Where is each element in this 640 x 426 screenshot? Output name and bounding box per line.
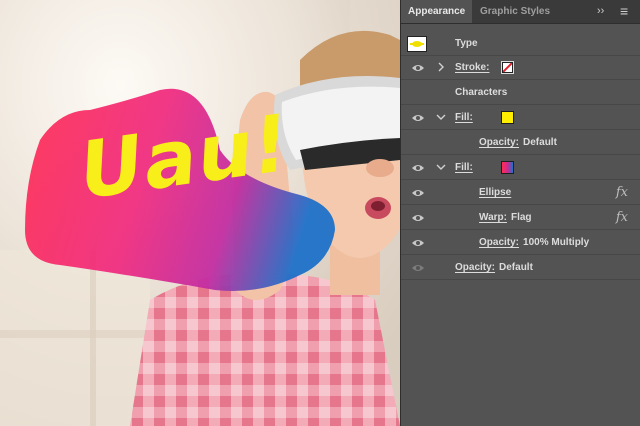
warp-value: Flag	[510, 212, 532, 223]
opacity-2-text: Opacity: 100% Multiply	[479, 237, 589, 248]
opacity-2-label[interactable]: Opacity:	[479, 237, 519, 248]
none-swatch-icon[interactable]	[501, 61, 514, 74]
opacity-2-value: 100% Multiply	[523, 237, 590, 248]
ellipse-effect-label[interactable]: Ellipse	[479, 187, 511, 198]
eye-icon[interactable]	[411, 113, 425, 123]
opacity-3-text: Opacity: Default	[455, 262, 533, 273]
chevron-down-icon[interactable]	[436, 112, 446, 122]
eye-icon[interactable]	[411, 238, 425, 248]
stroke-label[interactable]: Stroke:	[455, 62, 489, 73]
chevron-down-icon[interactable]	[436, 162, 446, 172]
panel-tab-bar: Appearance Graphic Styles ›› ≡	[401, 0, 640, 24]
eye-icon[interactable]	[411, 213, 425, 223]
chevron-right-icon[interactable]	[436, 62, 446, 72]
row-warp[interactable]: Warp: Flag fx	[401, 206, 640, 230]
fill-1-label[interactable]: Fill:	[455, 112, 473, 123]
eye-icon[interactable]	[411, 163, 425, 173]
eye-icon[interactable]	[411, 263, 425, 273]
opacity-1-label[interactable]: Opacity:	[479, 137, 519, 148]
opacity-3-label[interactable]: Opacity:	[455, 262, 495, 273]
gradient-swatch-icon[interactable]	[501, 161, 514, 174]
opacity-1-value: Default	[523, 137, 557, 148]
eye-icon[interactable]	[411, 63, 425, 73]
hamburger-menu-icon[interactable]: ≡	[620, 0, 628, 23]
tab-graphic-styles[interactable]: Graphic Styles	[473, 0, 557, 23]
type-thumbnail-icon	[407, 36, 427, 52]
row-type[interactable]: Type	[401, 31, 640, 56]
warp-text: Warp: Flag	[479, 212, 532, 223]
opacity-3-value: Default	[499, 262, 533, 273]
type-label: Type	[455, 38, 478, 49]
characters-label: Characters	[455, 87, 508, 98]
row-opacity-3[interactable]: Opacity: Default	[401, 256, 640, 280]
yellow-swatch-icon[interactable]	[501, 111, 514, 124]
opacity-1-text: Opacity: Default	[479, 137, 557, 148]
row-ellipse[interactable]: Ellipse fx	[401, 181, 640, 205]
row-stroke[interactable]: Stroke:	[401, 56, 640, 80]
row-fill-2[interactable]: Fill:	[401, 156, 640, 180]
row-fill-1[interactable]: Fill:	[401, 106, 640, 130]
photo-illustration	[0, 0, 400, 426]
fill-2-label[interactable]: Fill:	[455, 162, 473, 173]
fx-icon[interactable]: fx	[616, 210, 628, 225]
artwork-canvas: Uau!	[0, 0, 400, 426]
row-characters[interactable]: Characters	[401, 81, 640, 105]
fx-icon[interactable]: fx	[616, 185, 628, 200]
eye-icon[interactable]	[411, 188, 425, 198]
appearance-panel: Appearance Graphic Styles ›› ≡ Type Stro…	[400, 0, 640, 426]
double-chevron-right-icon[interactable]: ››	[597, 0, 604, 23]
tab-appearance[interactable]: Appearance	[401, 0, 473, 23]
warp-label[interactable]: Warp:	[479, 212, 507, 223]
row-opacity-1[interactable]: Opacity: Default	[401, 131, 640, 155]
row-opacity-2[interactable]: Opacity: 100% Multiply	[401, 231, 640, 255]
